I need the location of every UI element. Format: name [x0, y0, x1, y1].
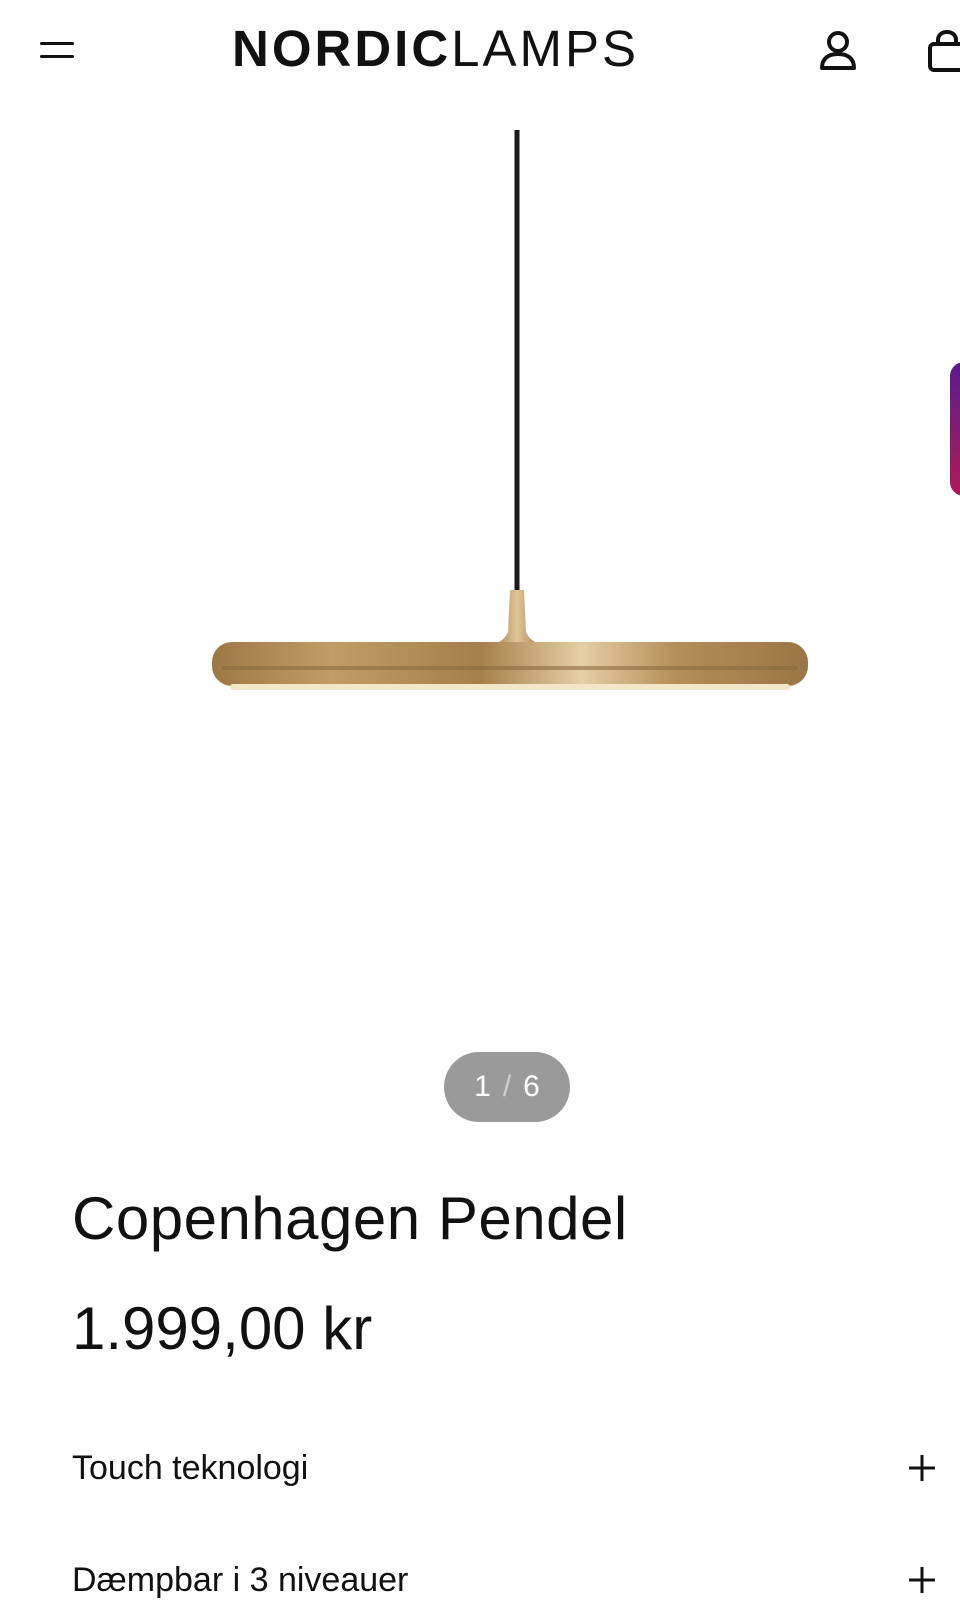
- product-image-gallery[interactable]: 1 / 6: [0, 100, 960, 1130]
- product-price: 1.999,00 kr: [72, 1295, 373, 1362]
- plus-icon[interactable]: [906, 1452, 938, 1484]
- logo-bold-text: NORDIC: [232, 19, 452, 77]
- side-widget-tab[interactable]: [950, 362, 960, 496]
- lamp-diffuser: [230, 684, 790, 690]
- site-header: NORDIC LAMPS: [0, 0, 960, 100]
- lamp-neck: [489, 590, 545, 646]
- pager-total: 6: [523, 1070, 540, 1103]
- user-account-icon[interactable]: [816, 28, 860, 74]
- hamburger-menu-icon[interactable]: [38, 36, 78, 68]
- pager-separator: /: [502, 1070, 512, 1103]
- site-logo[interactable]: NORDIC LAMPS: [232, 18, 639, 78]
- lamp-disc: [212, 642, 808, 686]
- feature-accordion-touch[interactable]: Touch teknologi: [72, 1436, 938, 1500]
- plus-icon[interactable]: [906, 1564, 938, 1596]
- pendant-lamp-image[interactable]: [200, 122, 820, 722]
- image-pager: 1 / 6: [444, 1052, 570, 1122]
- feature-accordion-dimmable[interactable]: Dæmpbar i 3 niveauer: [72, 1548, 938, 1612]
- product-title: Copenhagen Pendel: [72, 1185, 628, 1252]
- feature-label: Touch teknologi: [72, 1448, 309, 1487]
- logo-thin-text: LAMPS: [451, 19, 640, 77]
- pager-current: 1: [474, 1070, 491, 1103]
- shopping-bag-icon[interactable]: [926, 26, 960, 76]
- feature-label: Dæmpbar i 3 niveauer: [72, 1560, 409, 1599]
